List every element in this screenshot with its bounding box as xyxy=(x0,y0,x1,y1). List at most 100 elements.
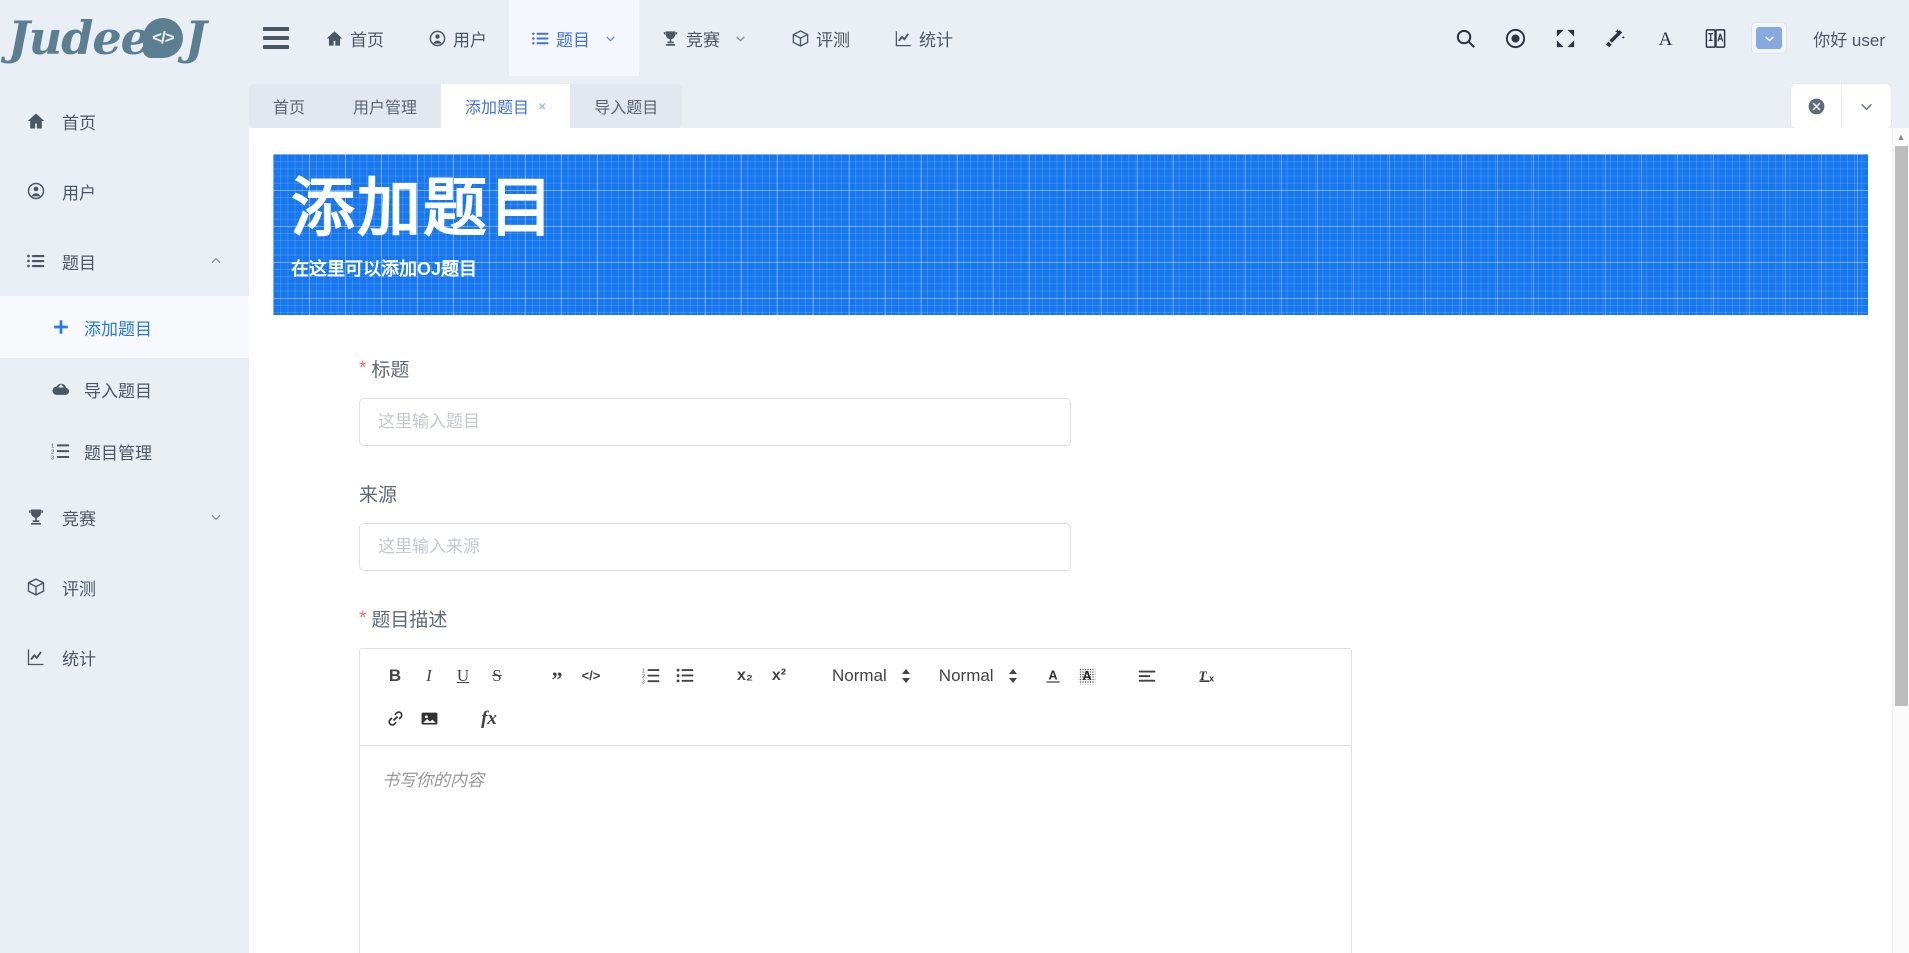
font-size-icon[interactable]: A xyxy=(1651,24,1679,52)
cloud-upload-icon xyxy=(48,379,74,399)
sidebar-item-import-problem[interactable]: 导入题目 xyxy=(0,358,249,420)
tab-home[interactable]: 首页 xyxy=(249,84,329,128)
nav-label: 题目 xyxy=(556,30,590,50)
select-arrows-icon xyxy=(901,668,911,684)
plus-icon xyxy=(48,318,74,336)
formula-icon[interactable]: fx xyxy=(472,701,506,736)
nav-label: 统计 xyxy=(919,30,953,50)
label-text: 题目描述 xyxy=(371,610,448,631)
code-bubble-icon: </> xyxy=(142,18,183,58)
sidebar-item-contests[interactable]: 竞赛 xyxy=(0,482,249,552)
tab-import-problem[interactable]: 导入题目 xyxy=(570,84,682,128)
tab-bar: 首页 用户管理 添加题目 × 导入题目 xyxy=(249,76,1909,128)
font-size-select[interactable]: Normal xyxy=(822,658,919,693)
user-circle-icon xyxy=(428,29,447,48)
nav-item-statistics[interactable]: 统计 xyxy=(872,0,975,76)
header-level-select-value: Normal xyxy=(938,665,994,685)
close-icon[interactable]: × xyxy=(538,98,546,114)
sidebar-item-statistics[interactable]: 统计 xyxy=(0,622,249,692)
required-marker: * xyxy=(359,608,367,629)
trophy-icon xyxy=(26,507,52,527)
subscript-icon[interactable]: x₂ xyxy=(728,658,762,693)
sidebar-item-users[interactable]: 用户 xyxy=(0,156,249,226)
nav-item-contests[interactable]: 竞赛 xyxy=(639,0,769,76)
content-vertical-scrollbar[interactable]: ▲ xyxy=(1892,128,1909,953)
list-icon xyxy=(531,29,550,48)
add-problem-form: * 标题 来源 xyxy=(249,315,1892,953)
superscript-icon[interactable]: x² xyxy=(762,658,796,693)
tab-label: 添加题目 xyxy=(465,100,530,117)
sidebar-item-manage-problem[interactable]: 1 2 3 题目管理 xyxy=(0,420,249,482)
bullet-list-icon[interactable] xyxy=(668,658,702,693)
field-source: 来源 xyxy=(359,480,1892,571)
logo-name-left: Judee xyxy=(8,11,150,65)
home-icon xyxy=(325,29,344,48)
user-greeting[interactable]: 你好 user xyxy=(1813,26,1885,51)
underline-icon[interactable]: U xyxy=(446,658,480,693)
editor-toolbar: B I U S ” </> 1 2 3 x₂ x² Normal Normal … xyxy=(360,649,1351,746)
theme-color-dropdown[interactable] xyxy=(1751,22,1788,54)
svg-text:3: 3 xyxy=(51,455,54,461)
image-icon[interactable] xyxy=(412,701,446,736)
top-nav: 首页 用户 题目 竞赛 评测 统计 xyxy=(303,0,975,76)
tab-add-problem[interactable]: 添加题目 × xyxy=(441,84,571,128)
background-color-icon[interactable]: A xyxy=(1070,658,1104,693)
bold-icon[interactable]: B xyxy=(378,658,412,693)
content-scroll-area: 添加题目 在这里可以添加OJ题目 * 标题 这里输入题目 来源 这里输入来源 *… xyxy=(249,128,1892,953)
title-input[interactable] xyxy=(359,398,1071,446)
magic-wand-icon[interactable] xyxy=(1601,24,1629,52)
sidebar-item-judge[interactable]: 评测 xyxy=(0,552,249,622)
blockquote-icon[interactable]: ” xyxy=(540,658,574,693)
link-icon[interactable] xyxy=(378,701,412,736)
clear-format-icon[interactable]: T x xyxy=(1190,658,1224,693)
scrollbar-thumb[interactable] xyxy=(1895,146,1908,706)
sidebar-item-label: 首页 xyxy=(62,113,96,133)
code-block-icon[interactable]: </> xyxy=(574,658,608,693)
text-color-icon[interactable]: A xyxy=(1036,658,1070,693)
content-shell: 添加题目 在这里可以添加OJ题目 * 标题 这里输入题目 来源 这里输入来源 *… xyxy=(249,128,1909,953)
hamburger-menu-icon[interactable] xyxy=(249,0,303,76)
sidebar-item-home[interactable]: 首页 xyxy=(0,86,249,156)
app-root: Judee </> J 首页 用户 题目 竞赛 评测 统计 A 你好 user … xyxy=(0,0,1909,953)
header-level-select[interactable]: Normal xyxy=(929,658,1026,693)
tab-strip: 首页 用户管理 添加题目 × 导入题目 xyxy=(249,84,683,128)
nav-item-judge[interactable]: 评测 xyxy=(769,0,872,76)
source-input[interactable] xyxy=(359,523,1071,571)
nav-label: 评测 xyxy=(816,30,850,50)
translate-icon[interactable] xyxy=(1701,24,1729,52)
sidebar-item-label: 竞赛 xyxy=(62,509,96,529)
nav-item-users[interactable]: 用户 xyxy=(406,0,509,76)
editor-content-area[interactable]: 书写你的内容 xyxy=(360,746,1351,953)
scroll-up-arrow-icon[interactable]: ▲ xyxy=(1893,128,1909,145)
chevron-down-icon xyxy=(734,32,747,45)
chevron-up-icon xyxy=(209,254,223,268)
close-all-tabs-button[interactable] xyxy=(1791,84,1841,128)
tab-options-dropdown[interactable] xyxy=(1841,84,1891,128)
label-text: 标题 xyxy=(371,360,410,381)
sidebar-item-label: 题目 xyxy=(62,253,96,273)
italic-icon[interactable]: I xyxy=(412,658,446,693)
target-icon[interactable] xyxy=(1501,24,1529,52)
ordered-list-icon[interactable]: 1 2 3 xyxy=(634,658,668,693)
field-description: * 题目描述 B I U S ” </> 1 2 3 x₂ x² Normal … xyxy=(359,605,1892,953)
trophy-icon xyxy=(661,29,680,48)
field-title: * 标题 xyxy=(359,355,1892,446)
strikethrough-icon[interactable]: S xyxy=(480,658,514,693)
home-icon xyxy=(26,111,52,131)
sidebar-item-problems[interactable]: 题目 xyxy=(0,226,249,296)
chart-line-icon xyxy=(894,29,913,48)
nav-item-home[interactable]: 首页 xyxy=(303,0,406,76)
fullscreen-icon[interactable] xyxy=(1551,24,1579,52)
nav-item-problems[interactable]: 题目 xyxy=(509,0,639,76)
align-icon[interactable] xyxy=(1130,658,1164,693)
search-icon[interactable] xyxy=(1451,24,1479,52)
sidebar-item-add-problem[interactable]: 添加题目 xyxy=(0,296,249,358)
cube-icon xyxy=(791,29,810,48)
tab-user-management[interactable]: 用户管理 xyxy=(329,84,441,128)
tab-label: 导入题目 xyxy=(594,100,659,117)
chevron-down-icon xyxy=(209,510,223,524)
sidebar-item-label: 添加题目 xyxy=(84,319,152,339)
svg-text:A: A xyxy=(1082,669,1091,683)
app-logo[interactable]: Judee </> J xyxy=(0,0,249,76)
description-label: * 题目描述 xyxy=(359,605,1892,632)
